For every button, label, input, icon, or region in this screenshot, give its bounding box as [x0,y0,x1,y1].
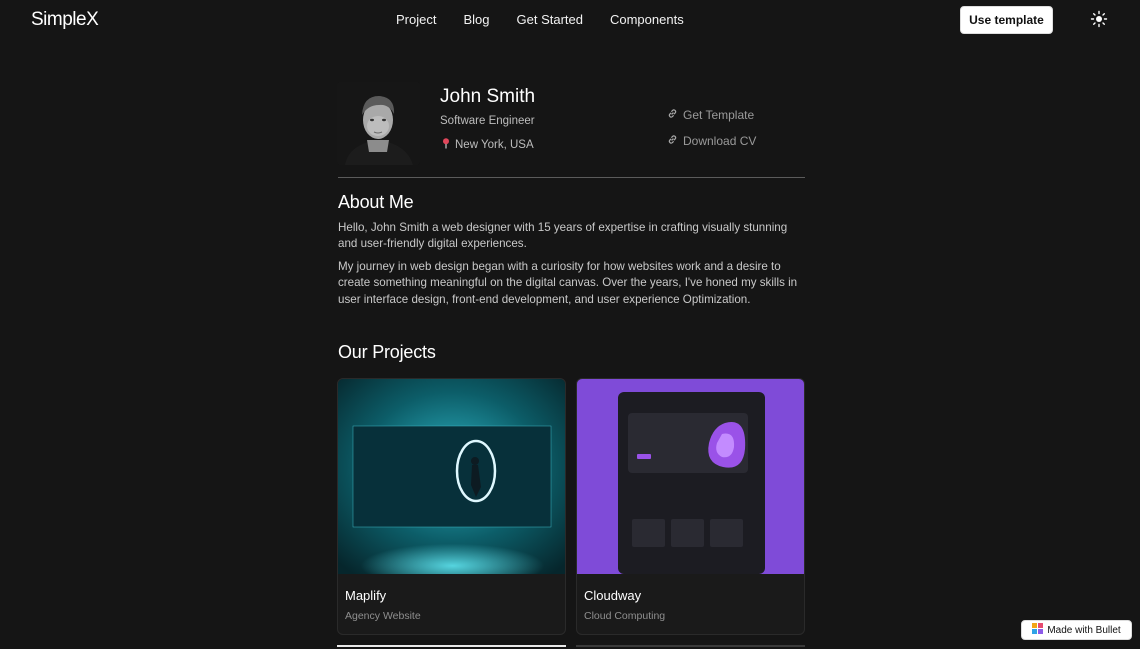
nav-link-get-started[interactable]: Get Started [517,12,583,27]
about-heading: About Me [338,192,414,212]
project-card-partial [576,645,805,649]
about-paragraph-2: My journey in web design began with a cu… [338,260,798,306]
profile-location: New York, USA [440,137,534,152]
nav-link-components[interactable]: Components [610,12,684,27]
nav-link-project[interactable]: Project [396,12,436,27]
pin-icon [440,137,452,152]
badge-label: Made with Bullet [1047,624,1121,636]
nav-link-blog[interactable]: Blog [463,12,489,27]
main-nav: Project Blog Get Started Components [396,12,684,27]
download-cv-link[interactable]: Download CV [667,134,756,148]
get-template-link[interactable]: Get Template [667,108,756,122]
project-card-cloudway[interactable]: Cloudway Cloud Computing [576,378,805,635]
projects-heading: Our Projects [338,342,436,362]
about-paragraph-1: Hello, John Smith a web designer with 15… [338,221,788,251]
link-icon [667,134,678,148]
project-title: Cloudway [584,588,642,603]
sun-icon[interactable] [1090,10,1108,28]
project-card-partial [337,645,566,649]
link-icon [667,108,678,122]
project-subtitle: Agency Website [345,610,421,622]
project-title: Maplify [345,588,387,603]
project-card-maplify[interactable]: Maplify Agency Website [337,378,566,635]
site-logo[interactable]: SimpleX [31,9,99,31]
made-with-bullet-badge[interactable]: Made with Bullet [1021,620,1132,640]
project-thumbnail [577,379,804,574]
get-template-label: Get Template [683,108,755,122]
bullet-logo-icon [1032,623,1044,637]
use-template-button[interactable]: Use template [960,6,1053,34]
download-cv-label: Download CV [683,134,757,148]
project-subtitle: Cloud Computing [584,610,666,622]
top-navigation-bar: SimpleX Project Blog Get Started Compone… [0,0,1140,40]
divider [338,177,805,178]
profile-name: John Smith [440,86,536,107]
project-thumbnail [338,379,565,574]
profile-avatar [337,82,420,165]
profile-role: Software Engineer [440,115,535,127]
location-text: New York, USA [455,138,534,151]
profile-links: Get Template Download CV [667,108,756,160]
